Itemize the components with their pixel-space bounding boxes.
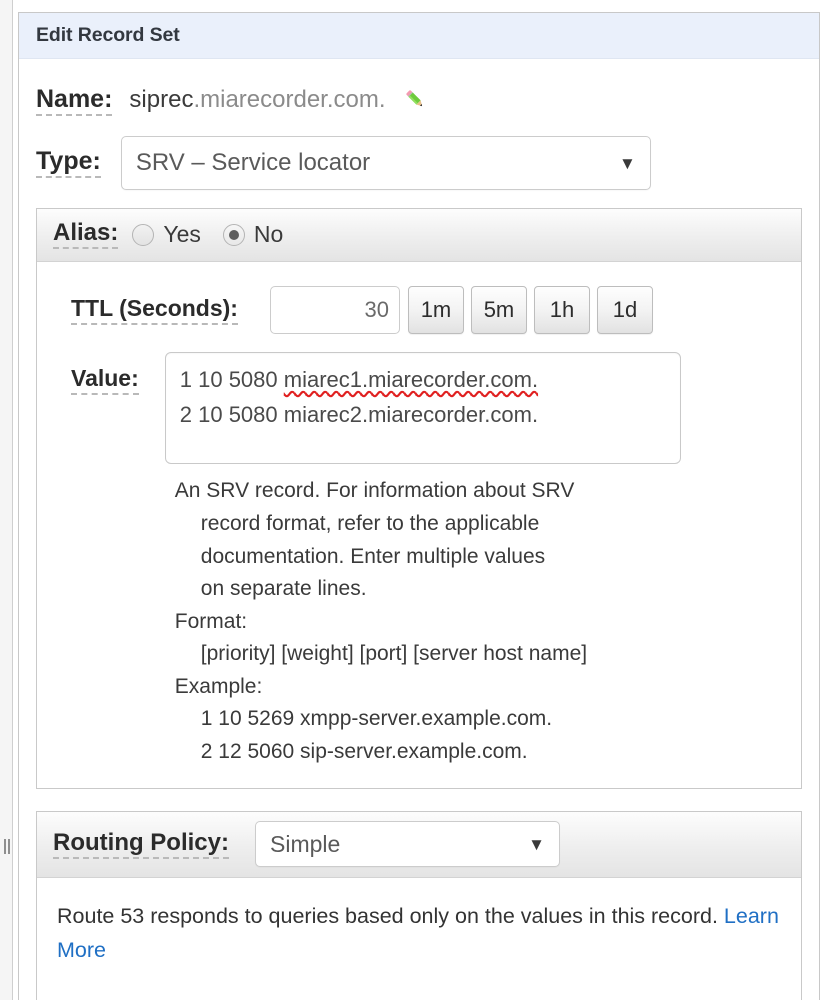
help-line: documentation. Enter multiple values [200,544,546,568]
panel-splitter[interactable] [0,0,13,1000]
value-help-text: An SRV record. For information about SRV… [165,475,681,768]
ttl-row: TTL (Seconds): 30 1m 5m 1h 1d [53,278,785,340]
panel-body: Name: siprec.miarecorder.com. Type: SRV … [19,59,819,1000]
value-line-prefix: 1 10 5080 [179,367,284,393]
ttl-preset-buttons: 1m 5m 1h 1d [407,286,660,335]
type-row: Type: SRV – Service locator ▼ [36,122,802,208]
ttl-input[interactable]: 30 [269,286,400,335]
alias-radio-no[interactable]: No [222,221,284,248]
alias-label: Alias: [53,220,119,250]
name-prefix: siprec [129,86,194,113]
splitter-drag-handle-icon[interactable] [3,838,11,854]
type-label: Type: [36,148,101,179]
help-line: Format: [174,609,248,633]
type-select[interactable]: SRV – Service locator ▼ [120,136,651,191]
routing-policy-select-value: Simple [270,830,341,857]
name-value: siprec.miarecorder.com. [129,86,385,114]
value-line: 2 10 5080 miarec2.miarecorder.com. [180,398,666,432]
help-line: Example: [174,674,263,698]
name-row: Name: siprec.miarecorder.com. [36,59,802,122]
ttl-input-value: 30 [364,297,389,323]
chevron-down-icon: ▼ [528,834,545,854]
radio-icon-checked [222,223,245,246]
edit-record-set-panel: Edit Record Set Name: siprec.miarecorder… [18,12,820,1000]
routing-policy-select[interactable]: Simple ▼ [255,821,560,868]
routing-policy-header: Routing Policy: Simple ▼ [37,812,801,879]
value-row: Value: 1 10 5080 miarec1.miarecorder.com… [53,340,785,768]
radio-icon-unchecked [132,223,155,246]
alias-radio-yes-label: Yes [163,221,201,248]
routing-policy-description-text: Route 53 responds to queries based only … [57,904,718,929]
name-label: Name: [36,86,113,117]
help-line: on separate lines. [200,577,367,601]
alias-radio-yes[interactable]: Yes [132,221,201,248]
page-title: Edit Record Set [36,24,180,46]
help-line: [priority] [weight] [port] [server host … [200,642,588,666]
edit-record-set-screen: Edit Record Set Name: siprec.miarecorder… [0,0,832,1000]
record-details-content: TTL (Seconds): 30 1m 5m 1h 1d Value: 1 1… [37,262,801,788]
type-select-value: SRV – Service locator [135,149,371,177]
value-line-host: miarec2.miarecorder.com. [283,401,539,427]
ttl-preset-1h-button[interactable]: 1h [533,286,590,335]
value-line-prefix: 2 10 5080 [179,401,284,427]
ttl-label: TTL (Seconds): [71,296,238,325]
value-column: 1 10 5080 miarec1.miarecorder.com. 2 10 … [164,352,681,768]
value-label: Value: [71,366,139,395]
ttl-preset-1d-button[interactable]: 1d [596,286,653,335]
alias-row: Alias: Yes No [37,209,801,263]
alias-radio-group: Yes No [132,221,305,248]
help-line: 1 10 5269 xmpp-server.example.com. [200,707,553,731]
alias-radio-no-label: No [253,221,284,248]
value-line-host: miarec1.miarecorder.com. [283,367,539,393]
ttl-preset-5m-button[interactable]: 5m [470,286,527,335]
record-details-box: Alias: Yes No TTL (Seconds): 30 1m 5m 1h… [36,208,802,790]
routing-policy-box: Routing Policy: Simple ▼ Route 53 respon… [36,811,802,1000]
routing-policy-description: Route 53 responds to queries based only … [37,878,801,1000]
panel-header: Edit Record Set [19,13,819,59]
ttl-preset-1m-button[interactable]: 1m [407,286,464,335]
help-line: 2 12 5060 sip-server.example.com. [200,739,528,763]
routing-policy-label: Routing Policy: [53,830,229,859]
help-line: record format, refer to the applicable [200,511,540,535]
value-line: 1 10 5080 miarec1.miarecorder.com. [180,363,666,397]
help-line: An SRV record. For information about SRV [174,479,575,503]
value-textarea[interactable]: 1 10 5080 miarec1.miarecorder.com. 2 10 … [164,352,681,465]
pencil-icon[interactable] [402,86,428,112]
name-suffix: .miarecorder.com. [193,86,386,113]
chevron-down-icon: ▼ [619,153,636,173]
